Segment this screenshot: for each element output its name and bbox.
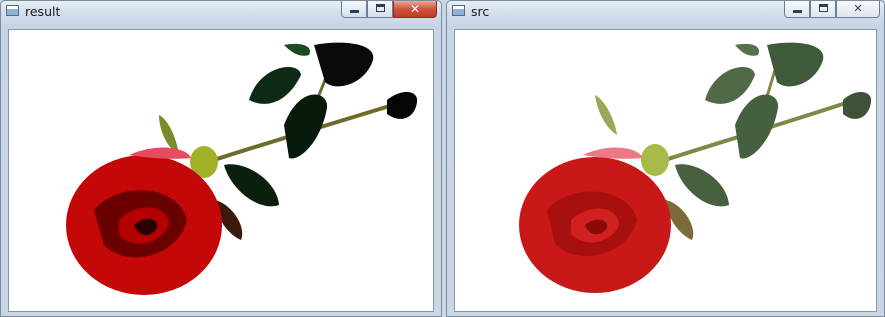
window-title: src: [471, 4, 490, 19]
rose-result-image: [66, 42, 418, 295]
result-window[interactable]: result ✕: [0, 0, 442, 317]
leaf: [705, 67, 755, 104]
maximize-button[interactable]: [810, 1, 836, 18]
maximize-icon: [376, 4, 385, 12]
src-image-canvas: [454, 29, 877, 312]
leaf: [284, 43, 310, 56]
leaf: [224, 164, 279, 207]
sepal: [595, 95, 617, 135]
leaf: [843, 91, 872, 119]
leaf: [284, 94, 328, 159]
minimize-button[interactable]: [784, 1, 810, 18]
minimize-icon: [350, 10, 359, 13]
window-app-icon: [452, 5, 465, 16]
close-button[interactable]: ✕: [836, 1, 880, 18]
close-button[interactable]: ✕: [393, 1, 437, 18]
window-app-icon: [6, 5, 19, 16]
result-image-canvas: [8, 29, 434, 312]
rose-src-image: [519, 42, 872, 293]
maximize-button[interactable]: [367, 1, 393, 18]
window-title: result: [25, 4, 61, 19]
close-icon: ✕: [409, 2, 421, 16]
leaf: [767, 42, 824, 87]
close-icon: ✕: [853, 2, 863, 15]
src-titlebar[interactable]: src ✕: [447, 1, 884, 23]
window-controls: ✕: [784, 1, 880, 18]
leaf: [387, 91, 418, 119]
leaf: [735, 43, 760, 56]
minimize-button[interactable]: [341, 1, 367, 18]
leaf: [249, 67, 301, 104]
leaf: [675, 164, 729, 207]
bud: [641, 144, 669, 176]
window-controls: ✕: [341, 1, 437, 18]
src-window[interactable]: src ✕: [446, 0, 885, 317]
leaf: [314, 42, 374, 87]
maximize-icon: [819, 4, 828, 12]
leaf: [735, 94, 779, 159]
result-titlebar[interactable]: result ✕: [1, 1, 441, 23]
minimize-icon: [793, 10, 802, 13]
